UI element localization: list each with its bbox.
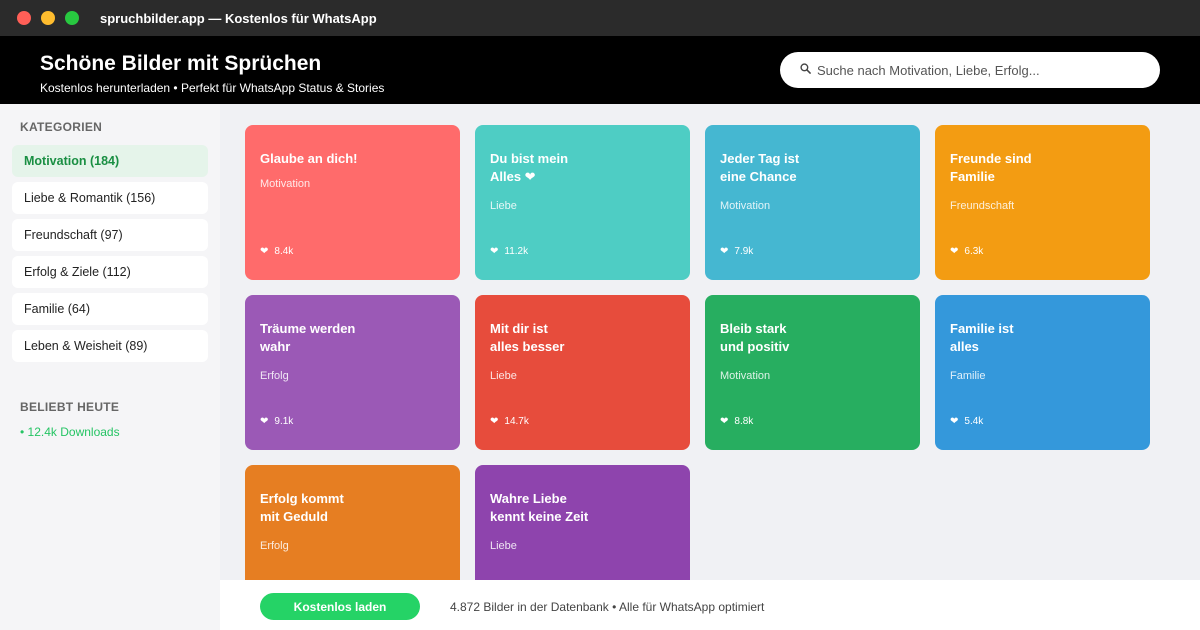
card-title: Du bist mein Alles ❤ xyxy=(490,151,569,184)
heart-icon: ❤ xyxy=(260,246,269,257)
window-title: spruchbilder.app — Kostenlos für WhatsAp… xyxy=(100,11,377,26)
page-subtitle: Kostenlos herunterladen • Perfekt für Wh… xyxy=(40,81,385,95)
quote-card[interactable]: Mit dir ist alles besser Liebe ❤ 14.7k xyxy=(475,295,690,450)
search-icon xyxy=(800,63,811,74)
sidebar: KATEGORIEN Motivation (184) Liebe & Roma… xyxy=(0,104,220,630)
card-category: Freundschaft xyxy=(950,200,1015,212)
card-category: Familie xyxy=(950,370,986,382)
card-likes: ❤ 9.1k xyxy=(260,416,293,427)
site-header: Schöne Bilder mit Sprüchen Kostenlos her… xyxy=(0,36,1200,104)
card-title: Glaube an dich! xyxy=(260,151,358,166)
download-free-button[interactable]: Kostenlos laden xyxy=(260,593,420,620)
category-item-motivation[interactable]: Motivation (184) xyxy=(12,145,208,177)
search-bar[interactable] xyxy=(780,52,1160,88)
card-likes: ❤ 8.8k xyxy=(720,416,753,427)
card-category: Liebe xyxy=(490,370,517,382)
heart-icon: ❤ xyxy=(720,246,729,257)
card-likes: ❤ 5.4k xyxy=(950,416,983,427)
heart-icon: ❤ xyxy=(260,416,269,427)
card-title: Träume werden wahr xyxy=(260,321,356,354)
minimize-window-button[interactable] xyxy=(41,11,55,25)
page-title: Schöne Bilder mit Sprüchen xyxy=(40,52,322,75)
likes-count: 8.4k xyxy=(274,246,294,257)
card-category: Motivation xyxy=(720,200,771,212)
card-title: Familie ist alles xyxy=(950,321,1014,354)
likes-count: 6.3k xyxy=(964,246,984,257)
card-category: Liebe xyxy=(490,200,517,212)
close-window-button[interactable] xyxy=(17,11,31,25)
card-title: Mit dir ist alles besser xyxy=(490,321,565,354)
category-item-liebe[interactable]: Liebe & Romantik (156) xyxy=(12,182,208,214)
categories-heading: KATEGORIEN xyxy=(20,120,103,134)
card-title: Erfolg kommt mit Geduld xyxy=(260,491,344,524)
category-item-familie[interactable]: Familie (64) xyxy=(12,293,208,325)
quote-card[interactable]: Träume werden wahr Erfolg ❤ 9.1k xyxy=(245,295,460,450)
window-titlebar: spruchbilder.app — Kostenlos für WhatsAp… xyxy=(0,0,1200,36)
footer-info: 4.872 Bilder in der Datenbank • Alle für… xyxy=(450,600,765,614)
category-item-freundschaft[interactable]: Freundschaft (97) xyxy=(12,219,208,251)
category-item-erfolg[interactable]: Erfolg & Ziele (112) xyxy=(12,256,208,288)
card-category: Motivation xyxy=(260,178,311,190)
card-likes: ❤ 14.7k xyxy=(490,416,529,427)
card-title: Bleib stark und positiv xyxy=(720,321,790,354)
likes-count: 9.1k xyxy=(274,416,294,427)
card-likes: ❤ 7.9k xyxy=(720,246,753,257)
heart-icon: ❤ xyxy=(490,416,499,427)
footer-bar: Kostenlos laden 4.872 Bilder in der Date… xyxy=(220,580,1200,630)
zoom-window-button[interactable] xyxy=(65,11,79,25)
card-category: Erfolg xyxy=(260,370,289,382)
likes-count: 8.8k xyxy=(734,416,754,427)
card-category: Motivation xyxy=(720,370,771,382)
quote-card[interactable]: Glaube an dich! Motivation ❤ 8.4k xyxy=(245,125,460,280)
heart-icon: ❤ xyxy=(490,246,499,257)
heart-icon: ❤ xyxy=(950,416,959,427)
heart-icon: ❤ xyxy=(950,246,959,257)
quote-card[interactable]: Bleib stark und positiv Motivation ❤ 8.8… xyxy=(705,295,920,450)
heart-icon: ❤ xyxy=(720,416,729,427)
card-title: Freunde sind Familie xyxy=(950,151,1032,184)
quote-card[interactable]: Familie ist alles Familie ❤ 5.4k xyxy=(935,295,1150,450)
likes-count: 11.2k xyxy=(504,246,529,257)
card-likes: ❤ 11.2k xyxy=(490,246,528,257)
likes-count: 7.9k xyxy=(734,246,754,257)
quote-card[interactable]: Freunde sind Familie Freundschaft ❤ 6.3k xyxy=(935,125,1150,280)
likes-count: 5.4k xyxy=(964,416,984,427)
card-title: Jeder Tag ist eine Chance xyxy=(720,151,800,184)
card-likes: ❤ 8.4k xyxy=(260,246,293,257)
quote-card[interactable]: Du bist mein Alles ❤ Liebe ❤ 11.2k xyxy=(475,125,690,280)
card-title: Wahre Liebe kennt keine Zeit xyxy=(490,491,589,524)
card-category: Erfolg xyxy=(260,540,289,552)
search-input[interactable] xyxy=(817,52,1147,88)
card-likes: ❤ 6.3k xyxy=(950,246,983,257)
quote-card[interactable]: Jeder Tag ist eine Chance Motivation ❤ 7… xyxy=(705,125,920,280)
category-item-leben[interactable]: Leben & Weisheit (89) xyxy=(12,330,208,362)
likes-count: 14.7k xyxy=(504,416,529,427)
popular-heading: BELIEBT HEUTE xyxy=(20,400,120,414)
downloads-stat: • 12.4k Downloads xyxy=(20,425,120,439)
card-category: Liebe xyxy=(490,540,517,552)
